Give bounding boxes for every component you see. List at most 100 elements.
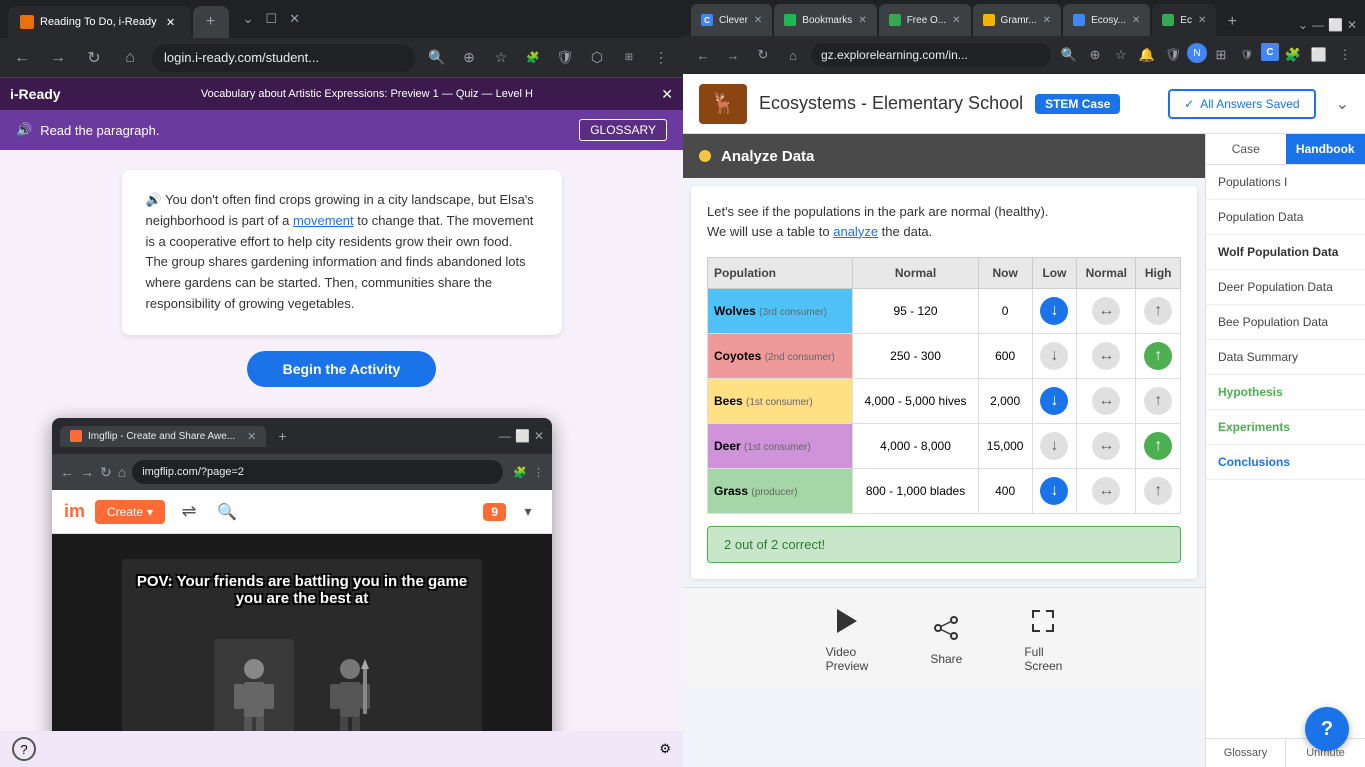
sidebar-glossary-btn[interactable]: Glossary [1206,739,1286,767]
tab-clever-close[interactable]: ✕ [754,15,762,26]
bees-normal-indicator[interactable]: ↔ [1092,387,1120,415]
tab-bookmarks[interactable]: Bookmarks ✕ [774,4,876,36]
tab-new-left[interactable]: + [193,6,229,38]
glossary-button[interactable]: GLOSSARY [579,119,667,141]
deer-normal-indicator[interactable]: ↔ [1092,432,1120,460]
wolves-high-indicator[interactable]: ↑ [1144,297,1172,325]
collapse-button[interactable]: ⌄ [1336,94,1349,114]
back-btn-right[interactable]: ← [691,43,715,67]
imgflip-forward[interactable]: → [80,464,94,480]
bees-normal-btn[interactable]: ↔ [1077,379,1136,424]
ext-icon-left[interactable]: 🧩 [519,44,547,72]
star-icon-left[interactable]: ☆ [487,44,515,72]
coyotes-high-indicator[interactable]: ↑ [1144,342,1172,370]
imgflip-home[interactable]: ⌂ [118,464,126,480]
imgflip-tab-close[interactable]: ✕ [247,430,256,443]
tab-free[interactable]: Free O... ✕ [879,4,971,36]
maximize-icon-left[interactable]: ☐ [262,7,282,31]
sidebar-item-bee-data[interactable]: Bee Population Data [1206,305,1365,340]
coyotes-high-btn[interactable]: ↑ [1136,334,1181,379]
tab-free-close[interactable]: ✕ [952,15,960,26]
search-icon-left[interactable]: 🔍 [423,44,451,72]
reload-btn-left[interactable]: ↻ [80,44,108,72]
imgflip-tab[interactable]: Imgflip - Create and Share Awe... ✕ [60,426,266,447]
help-circle-icon[interactable]: ? [12,737,36,761]
right-clever-icon[interactable]: C [1261,43,1279,61]
sidebar-item-experiments[interactable]: Experiments [1206,410,1365,445]
settings-icon-left[interactable]: ⚙ [659,741,671,757]
tab-ec-active[interactable]: Ec ✕ [1152,4,1216,36]
close-icon-left[interactable]: ✕ [285,7,304,31]
sidebar-item-populations[interactable]: Populations I [1206,165,1365,200]
imgflip-reload[interactable]: ↻ [100,464,112,481]
tab-clever[interactable]: C Clever ✕ [691,4,772,36]
right-puzzle-icon[interactable]: 🧩 [1281,43,1305,67]
address-bar-right[interactable] [811,43,1051,67]
sidebar-item-deer-data[interactable]: Deer Population Data [1206,270,1365,305]
movement-link[interactable]: movement [293,213,354,228]
home-btn-left[interactable]: ⌂ [116,44,144,72]
sidebar-item-population-data[interactable]: Population Data [1206,200,1365,235]
right-ext3-icon[interactable]: ⊞ [1209,43,1233,67]
imgflip-shuffle-icon[interactable]: ⇌ [175,498,203,526]
bees-low-btn[interactable]: ↓ [1032,379,1077,424]
grass-normal-btn[interactable]: ↔ [1077,469,1136,514]
wolves-low-indicator[interactable]: ↓ [1040,297,1068,325]
video-preview-action[interactable]: VideoPreview [826,603,869,673]
bees-high-indicator[interactable]: ↑ [1144,387,1172,415]
share-action[interactable]: Share [928,610,964,666]
speaker-icon[interactable]: 🔊 [16,122,32,138]
deer-high-indicator[interactable]: ↑ [1144,432,1172,460]
imgflip-minimize[interactable]: — [499,429,511,443]
tab-gramr[interactable]: Gramr... ✕ [973,4,1062,36]
forward-btn-left[interactable]: → [44,44,72,72]
shield-icon-left[interactable]: 🛡 [551,44,579,72]
restore-right[interactable]: ⬜ [1328,18,1343,32]
deer-high-btn[interactable]: ↑ [1136,424,1181,469]
grass-low-btn[interactable]: ↓ [1032,469,1077,514]
help-fab-button[interactable]: ? [1305,707,1349,751]
imgflip-new-tab[interactable]: + [278,428,286,444]
right-avatar-icon[interactable]: N [1187,43,1207,63]
home-btn-right[interactable]: ⌂ [781,43,805,67]
coyotes-normal-indicator[interactable]: ↔ [1092,342,1120,370]
tab-ecosy-close[interactable]: ✕ [1132,15,1140,26]
bees-high-btn[interactable]: ↑ [1136,379,1181,424]
right-sidebar-icon[interactable]: ⬜ [1307,43,1331,67]
grass-high-btn[interactable]: ↑ [1136,469,1181,514]
imgflip-page-badge[interactable]: 9 [483,503,506,521]
reload-btn-right[interactable]: ↻ [751,43,775,67]
imgflip-search-icon[interactable]: 🔍 [213,498,241,526]
close-right[interactable]: ✕ [1347,18,1357,32]
imgflip-create-button[interactable]: Create ▾ [95,500,165,524]
grass-high-indicator[interactable]: ↑ [1144,477,1172,505]
ext2-icon-left[interactable]: ⬡ [583,44,611,72]
fullscreen-action[interactable]: FullScreen [1024,603,1062,673]
right-menu-icon[interactable]: ⋮ [1333,43,1357,67]
right-share-icon[interactable]: ⊕ [1083,43,1107,67]
sidebar-item-data-summary[interactable]: Data Summary [1206,340,1365,375]
right-shield-icon[interactable]: 🛡 [1235,43,1259,67]
analyze-link[interactable]: analyze [833,224,878,239]
tab-ecosy[interactable]: Ecosy... ✕ [1063,4,1150,36]
grass-normal-indicator[interactable]: ↔ [1092,477,1120,505]
imgflip-restore[interactable]: ⬜ [515,429,530,443]
sidebar-item-conclusions[interactable]: Conclusions [1206,445,1365,480]
tab-iready-close[interactable]: ✕ [163,14,179,30]
imgflip-ext-icon[interactable]: 🧩 [513,466,527,479]
wolves-low-btn[interactable]: ↓ [1032,289,1077,334]
tab-iready[interactable]: Reading To Do, i-Ready ✕ [8,6,191,38]
right-star-icon[interactable]: ☆ [1109,43,1133,67]
wolves-high-btn[interactable]: ↑ [1136,289,1181,334]
wolves-normal-btn[interactable]: ↔ [1077,289,1136,334]
deer-low-indicator[interactable]: ↓ [1040,432,1068,460]
coyotes-normal-btn[interactable]: ↔ [1077,334,1136,379]
coyotes-low-indicator[interactable]: ↓ [1040,342,1068,370]
right-ext2-icon[interactable]: 🛡 [1161,43,1185,67]
imgflip-back[interactable]: ← [60,464,74,480]
imgflip-menu-icon[interactable]: ⋮ [533,466,544,479]
imgflip-url-bar[interactable] [132,460,503,484]
share-icon-left[interactable]: ⊕ [455,44,483,72]
iready-window-close[interactable]: ✕ [661,86,673,103]
wolves-normal-indicator[interactable]: ↔ [1092,297,1120,325]
